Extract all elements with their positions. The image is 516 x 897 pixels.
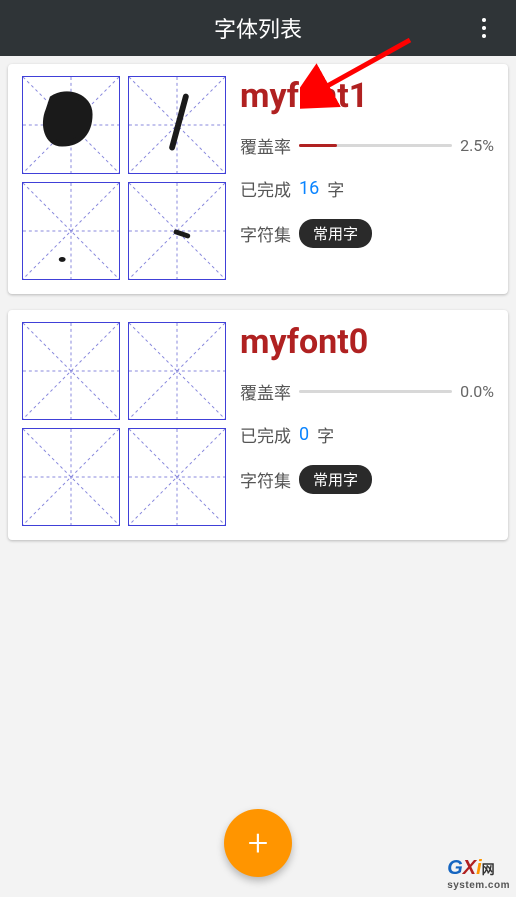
glyph-stroke-circle [46, 94, 90, 143]
charset-label: 字符集 [240, 467, 291, 492]
watermark-domain: system.com [447, 880, 510, 891]
coverage-label: 覆盖率 [240, 379, 291, 404]
glyph-cell [128, 182, 226, 280]
glyph-preview-grid [22, 76, 226, 280]
font-info: myfont1 覆盖率 2.5% 已完成 16 字 字符集 常用字 [240, 76, 494, 280]
completed-label: 已完成 [240, 422, 291, 447]
coverage-percent: 2.5% [460, 136, 494, 155]
font-name: myfont0 [240, 324, 494, 361]
charset-label: 字符集 [240, 221, 291, 246]
add-font-fab[interactable]: + [224, 809, 292, 877]
completed-label: 已完成 [240, 176, 291, 201]
coverage-percent: 0.0% [460, 382, 494, 401]
glyph-stroke-slash [172, 97, 186, 148]
completed-unit: 字 [317, 422, 334, 447]
watermark: GXi网 system.com [447, 857, 510, 891]
coverage-progress [299, 390, 452, 393]
glyph-cell [22, 322, 120, 420]
watermark-suffix: 网 [482, 862, 495, 877]
glyph-cell [22, 76, 120, 174]
page-title: 字体列表 [214, 12, 302, 44]
font-list: myfont1 覆盖率 2.5% 已完成 16 字 字符集 常用字 [0, 56, 516, 564]
watermark-letter: X [463, 857, 476, 879]
overflow-menu-button[interactable] [460, 0, 508, 56]
app-toolbar: 字体列表 [0, 0, 516, 56]
completed-count: 0 [299, 424, 309, 445]
glyph-cell [22, 182, 120, 280]
font-card[interactable]: myfont1 覆盖率 2.5% 已完成 16 字 字符集 常用字 [8, 64, 508, 294]
charset-chip: 常用字 [299, 219, 372, 248]
glyph-stroke-dot [59, 257, 65, 261]
more-vert-icon [482, 18, 486, 38]
glyph-cell [128, 76, 226, 174]
glyph-preview-grid [22, 322, 226, 526]
glyph-cell [128, 428, 226, 526]
font-card[interactable]: myfont0 覆盖率 0.0% 已完成 0 字 字符集 常用字 [8, 310, 508, 540]
charset-chip: 常用字 [299, 465, 372, 494]
font-info: myfont0 覆盖率 0.0% 已完成 0 字 字符集 常用字 [240, 322, 494, 526]
glyph-stroke-dash [176, 232, 188, 236]
font-name: myfont1 [240, 78, 494, 115]
coverage-label: 覆盖率 [240, 133, 291, 158]
watermark-letter: G [447, 857, 463, 879]
coverage-progress [299, 144, 452, 147]
glyph-cell [128, 322, 226, 420]
completed-unit: 字 [327, 176, 344, 201]
plus-icon: + [248, 825, 268, 861]
completed-count: 16 [299, 178, 319, 199]
glyph-cell [22, 428, 120, 526]
